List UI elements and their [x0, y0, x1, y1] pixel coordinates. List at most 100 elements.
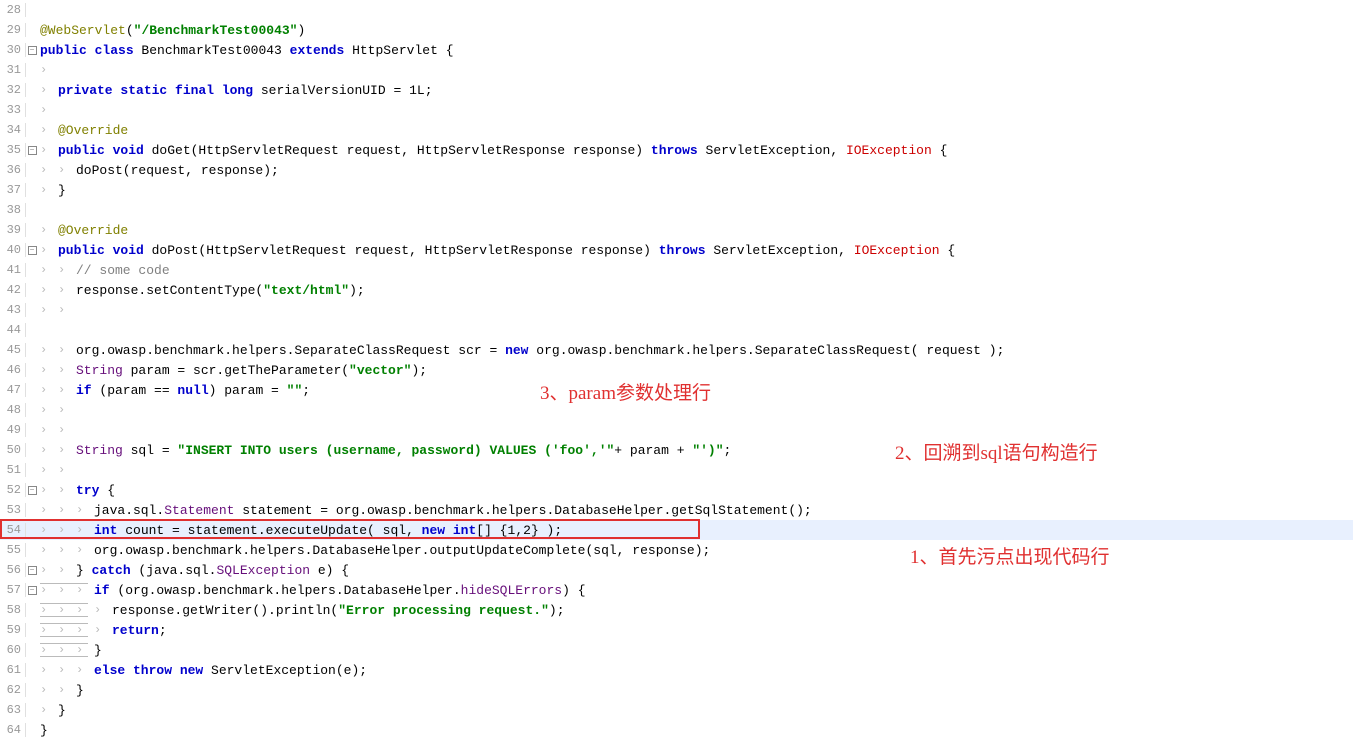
- code-line[interactable]: 35−›public void doGet(HttpServletRequest…: [0, 140, 1353, 160]
- code-line[interactable]: 50››String sql = "INSERT INTO users (use…: [0, 440, 1353, 460]
- code-line[interactable]: 33›: [0, 100, 1353, 120]
- line-number: 47: [0, 383, 26, 397]
- code-line[interactable]: 32›private static final long serialVersi…: [0, 80, 1353, 100]
- indent-guide: ›: [56, 360, 74, 380]
- code-line[interactable]: 58››››response.getWriter().println("Erro…: [0, 600, 1353, 620]
- code-line[interactable]: 37›}: [0, 180, 1353, 200]
- code-content: response.getWriter().println("Error proc…: [110, 603, 565, 618]
- code-line[interactable]: 34›@Override: [0, 120, 1353, 140]
- code-line[interactable]: 36››doPost(request, response);: [0, 160, 1353, 180]
- line-number: 29: [0, 23, 26, 37]
- indent-guide: ›: [38, 460, 56, 480]
- indent-guide: ›: [38, 540, 56, 560]
- code-line[interactable]: 60›››}: [0, 640, 1353, 660]
- fold-toggle-icon[interactable]: −: [28, 566, 37, 575]
- code-line[interactable]: 49››: [0, 420, 1353, 440]
- fold-toggle-icon[interactable]: −: [28, 146, 37, 155]
- indent-guide: ›: [92, 600, 110, 620]
- code-line[interactable]: 47››if (param == null) param = ""; 3、par…: [0, 380, 1353, 400]
- indent-guide: ›: [92, 620, 110, 640]
- indent-guide: ›: [38, 420, 56, 440]
- line-number: 53: [0, 503, 26, 517]
- code-line[interactable]: 45››org.owasp.benchmark.helpers.Separate…: [0, 340, 1353, 360]
- code-editor[interactable]: 28 29@WebServlet("/BenchmarkTest00043") …: [0, 0, 1353, 740]
- code-content: public void doPost(HttpServletRequest re…: [56, 243, 955, 258]
- fold-gutter[interactable]: −: [26, 565, 38, 576]
- fold-gutter[interactable]: −: [26, 45, 38, 56]
- code-line[interactable]: 51››: [0, 460, 1353, 480]
- exception: IOException: [854, 243, 948, 258]
- line-number: 44: [0, 323, 26, 337]
- code-line[interactable]: 40−›public void doPost(HttpServletReques…: [0, 240, 1353, 260]
- fold-toggle-icon[interactable]: −: [28, 246, 37, 255]
- code-line[interactable]: 41››// some code: [0, 260, 1353, 280]
- change-marker: [40, 643, 88, 657]
- code-line[interactable]: 30−public class BenchmarkTest00043 exten…: [0, 40, 1353, 60]
- code-content: return;: [110, 623, 167, 638]
- indent-guide: ›: [56, 380, 74, 400]
- fold-gutter[interactable]: −: [26, 145, 38, 156]
- fold-toggle-icon[interactable]: −: [28, 46, 37, 55]
- fold-gutter[interactable]: −: [26, 485, 38, 496]
- code-line[interactable]: 52−››try {: [0, 480, 1353, 500]
- code-content: private static final long serialVersionU…: [56, 83, 433, 98]
- indent-guide: ›: [56, 660, 74, 680]
- indent-guide: ›: [38, 400, 56, 420]
- code-content: }: [92, 643, 102, 658]
- keyword: if: [76, 383, 99, 398]
- exception: IOException: [846, 143, 940, 158]
- line-number: 52: [0, 483, 26, 497]
- indent-guide: ›: [56, 280, 74, 300]
- indent-guide: ›: [38, 300, 56, 320]
- code-content: java.sql.Statement statement = org.owasp…: [92, 503, 812, 518]
- classname: String: [76, 363, 131, 378]
- indent-guide: ›: [38, 480, 56, 500]
- fold-toggle-icon[interactable]: −: [28, 586, 37, 595]
- code-line[interactable]: 39›@Override: [0, 220, 1353, 240]
- code-line-highlighted[interactable]: 54›››int count = statement.executeUpdate…: [0, 520, 1353, 540]
- code-line[interactable]: 42››response.setContentType("text/html")…: [0, 280, 1353, 300]
- code-content: public class BenchmarkTest00043 extends …: [38, 43, 454, 58]
- code-content: try {: [74, 483, 115, 498]
- code-content: int count = statement.executeUpdate( sql…: [92, 523, 562, 538]
- change-marker: [40, 583, 88, 597]
- change-marker: [40, 623, 88, 637]
- line-number: 57: [0, 583, 26, 597]
- code-content: }: [56, 703, 66, 718]
- code-line[interactable]: 62››}: [0, 680, 1353, 700]
- code-line[interactable]: 63›}: [0, 700, 1353, 720]
- code-line[interactable]: 29@WebServlet("/BenchmarkTest00043"): [0, 20, 1353, 40]
- line-number: 43: [0, 303, 26, 317]
- code-line[interactable]: 61›››else throw new ServletException(e);: [0, 660, 1353, 680]
- indent-guide: ›: [56, 540, 74, 560]
- indent-guide: ›: [38, 360, 56, 380]
- code-line[interactable]: 38: [0, 200, 1353, 220]
- line-number: 36: [0, 163, 26, 177]
- indent-guide: ›: [38, 260, 56, 280]
- fold-gutter[interactable]: −: [26, 585, 38, 596]
- code-line[interactable]: 43››: [0, 300, 1353, 320]
- code-line[interactable]: 53›››java.sql.Statement statement = org.…: [0, 500, 1353, 520]
- indent-guide: ›: [74, 660, 92, 680]
- code-line[interactable]: 31›: [0, 60, 1353, 80]
- code-line[interactable]: 48››: [0, 400, 1353, 420]
- fold-toggle-icon[interactable]: −: [28, 486, 37, 495]
- code-line[interactable]: 59››››return;: [0, 620, 1353, 640]
- keyword: public void: [58, 243, 152, 258]
- fold-gutter[interactable]: −: [26, 245, 38, 256]
- code-line[interactable]: 56−››} catch (java.sql.SQLException e) {: [0, 560, 1353, 580]
- code-line[interactable]: 55›››org.owasp.benchmark.helpers.Databas…: [0, 540, 1353, 560]
- keyword: private static final long: [58, 83, 261, 98]
- code-line[interactable]: 64}: [0, 720, 1353, 740]
- code-line[interactable]: 28: [0, 0, 1353, 20]
- code-content: String sql = "INSERT INTO users (usernam…: [74, 443, 731, 458]
- code-line[interactable]: 44: [0, 320, 1353, 340]
- code-line[interactable]: 57−›››if (org.owasp.benchmark.helpers.Da…: [0, 580, 1353, 600]
- string-literal: "": [287, 383, 303, 398]
- keyword: try: [76, 483, 107, 498]
- code-line[interactable]: 46››String param = scr.getTheParameter("…: [0, 360, 1353, 380]
- comment: // some code: [76, 263, 170, 278]
- code-content: response.setContentType("text/html");: [74, 283, 365, 298]
- change-marker: [40, 603, 88, 617]
- code-content: @Override: [56, 123, 128, 138]
